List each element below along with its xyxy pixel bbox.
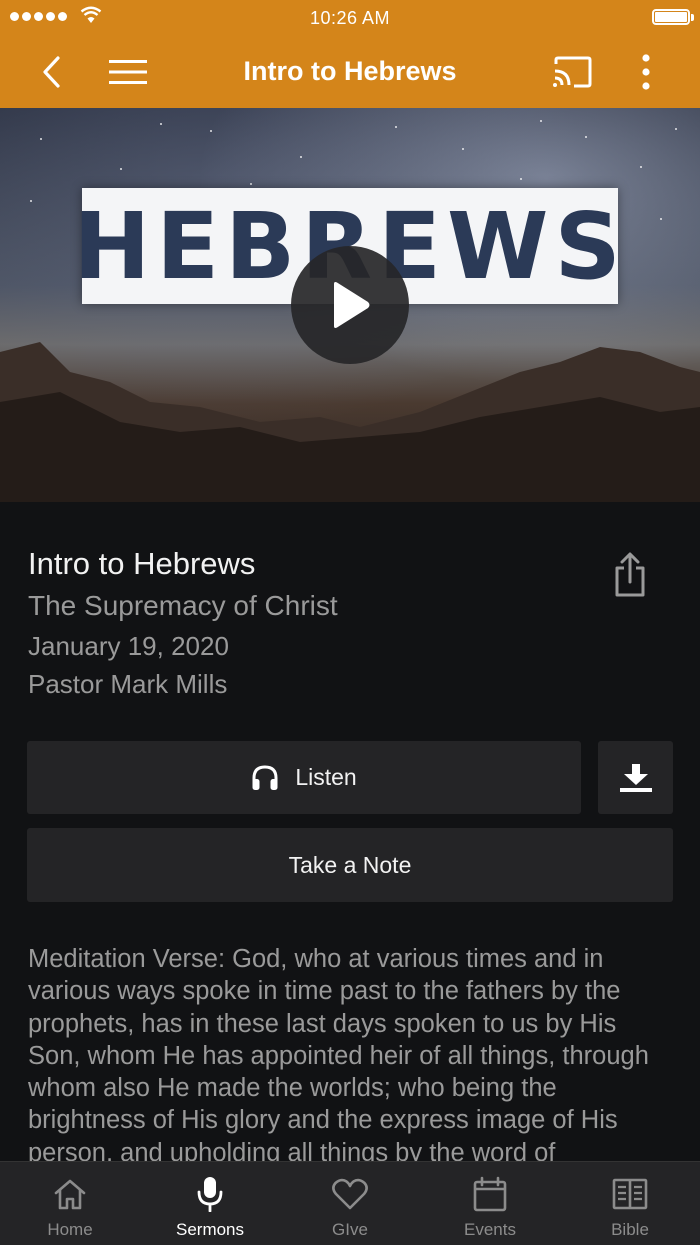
microphone-icon <box>195 1175 225 1213</box>
menu-button[interactable] <box>104 48 152 96</box>
home-icon <box>53 1175 87 1213</box>
tab-events[interactable]: Events <box>420 1162 560 1245</box>
cast-icon <box>553 56 592 88</box>
book-icon <box>612 1175 648 1213</box>
tab-home-label: Home <box>47 1220 93 1239</box>
hamburger-icon <box>109 60 147 84</box>
tab-sermons[interactable]: Sermons <box>140 1162 280 1245</box>
cast-button[interactable] <box>548 48 596 96</box>
tab-bible[interactable]: Bible <box>560 1162 700 1245</box>
back-button[interactable] <box>28 48 76 96</box>
tab-give[interactable]: GIve <box>280 1162 420 1245</box>
download-icon <box>619 763 652 792</box>
more-options-button[interactable] <box>622 48 670 96</box>
page-title: Intro to Hebrews <box>243 56 457 86</box>
battery-tip <box>691 14 694 21</box>
battery-icon <box>652 9 690 25</box>
headphones-icon <box>252 764 278 790</box>
calendar-icon <box>473 1175 507 1213</box>
take-note-button[interactable]: Take a Note <box>27 828 673 902</box>
tab-events-label: Events <box>464 1220 516 1239</box>
tab-bar: Home Sermons GIve Events Bible <box>0 1161 700 1245</box>
tab-home[interactable]: Home <box>0 1162 140 1245</box>
sermon-artwork: HEBREWS <box>0 108 700 502</box>
play-icon <box>334 282 370 328</box>
chevron-left-icon <box>43 56 60 88</box>
share-button[interactable] <box>605 548 655 602</box>
listen-button[interactable]: Listen <box>27 741 581 814</box>
status-bar: 10:26 AM <box>0 0 700 36</box>
take-note-label: Take a Note <box>288 851 412 878</box>
heart-icon <box>332 1175 368 1213</box>
tab-bible-label: Bible <box>611 1220 649 1239</box>
listen-label: Listen <box>295 764 357 790</box>
status-time: 10:26 AM <box>309 8 391 28</box>
sermon-speaker: Pastor Mark Mills <box>28 669 228 699</box>
sermon-title: Intro to Hebrews <box>28 546 256 581</box>
more-vertical-icon <box>642 54 650 90</box>
sermon-description: Meditation Verse: God, who at various ti… <box>28 945 649 1161</box>
share-icon <box>615 552 645 597</box>
download-button[interactable] <box>598 741 673 814</box>
tab-sermons-label: Sermons <box>175 1220 245 1239</box>
nav-bar: Intro to Hebrews <box>0 36 700 108</box>
play-button[interactable] <box>291 246 409 364</box>
tab-give-label: GIve <box>332 1220 368 1239</box>
sermon-date: January 19, 2020 <box>28 631 229 661</box>
sermon-series: The Supremacy of Christ <box>28 590 338 621</box>
